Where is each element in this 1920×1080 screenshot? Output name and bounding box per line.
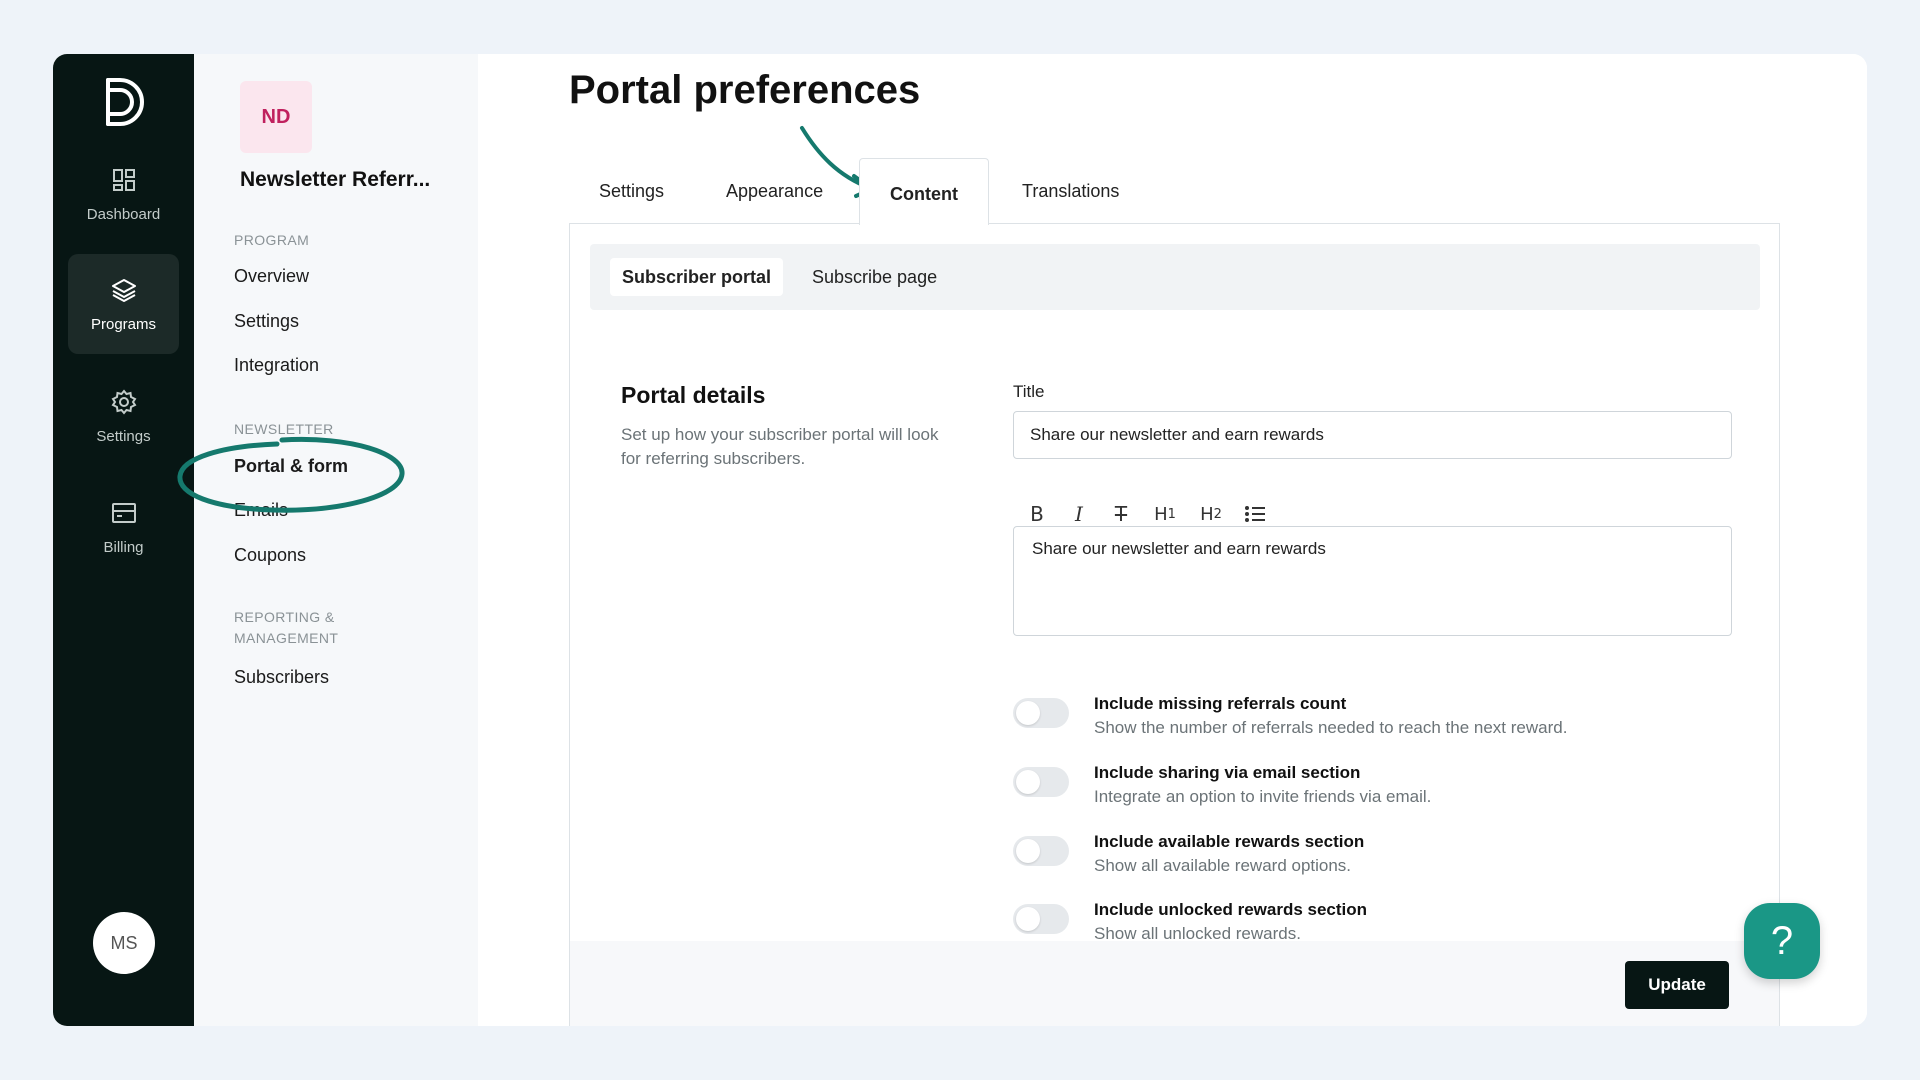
rail-item-settings[interactable]: Settings <box>68 366 179 466</box>
rail-item-billing[interactable]: Billing <box>68 477 179 577</box>
rail-item-label: Billing <box>103 538 144 556</box>
toggle-switch[interactable] <box>1013 836 1069 866</box>
sidebar-item-integration[interactable]: Integration <box>234 355 319 376</box>
sidebar-item-coupons[interactable]: Coupons <box>234 545 306 566</box>
heading2-icon[interactable]: H2 <box>1197 501 1225 527</box>
title-input[interactable] <box>1013 411 1732 459</box>
gear-icon <box>111 388 136 415</box>
sidebar-item-settings[interactable]: Settings <box>234 311 299 332</box>
section-heading-program: PROGRAM <box>234 232 310 248</box>
program-sidebar: ND Newsletter Referr... PROGRAM Overview… <box>177 54 478 1026</box>
billing-icon <box>111 502 136 523</box>
help-button[interactable]: ? <box>1744 903 1820 979</box>
sidebar-item-overview[interactable]: Overview <box>234 266 309 287</box>
toggle-switch[interactable] <box>1013 904 1069 934</box>
toggle-title: Include available rewards section <box>1094 832 1365 851</box>
layers-icon <box>111 278 136 302</box>
main-content: Portal preferences Settings Appearance C… <box>478 54 1867 1026</box>
tab-settings[interactable]: Settings <box>569 158 694 224</box>
sidebar-item-subscribers[interactable]: Subscribers <box>234 667 329 688</box>
subtab-bar: Subscriber portal Subscribe page <box>590 244 1760 310</box>
brand-logo[interactable] <box>102 76 146 128</box>
page-title: Portal preferences <box>569 68 921 112</box>
bullet-list-icon[interactable] <box>1243 501 1267 527</box>
toggle-description: Show the number of referrals needed to r… <box>1094 718 1568 737</box>
section-description: Set up how your subscriber portal will l… <box>621 425 939 468</box>
content-panel: Subscriber portal Subscribe page Portal … <box>569 223 1780 1026</box>
program-name[interactable]: Newsletter Referr... <box>240 168 430 192</box>
section-heading-newsletter: NEWSLETTER <box>234 421 334 437</box>
editor-toolbar: B I T H1 H2 <box>1025 501 1267 527</box>
toggle-description: Integrate an option to invite friends vi… <box>1094 787 1432 806</box>
toggle-switch[interactable] <box>1013 767 1069 797</box>
title-field-label: Title <box>1013 382 1045 401</box>
tab-appearance[interactable]: Appearance <box>696 158 853 224</box>
tab-translations[interactable]: Translations <box>992 158 1149 224</box>
rail-item-label: Settings <box>96 427 151 445</box>
bold-icon[interactable]: B <box>1025 501 1049 527</box>
tab-content[interactable]: Content <box>859 158 989 225</box>
toggle-row-missing-referrals: Include missing referrals count Show the… <box>1013 694 1732 750</box>
section-heading-reporting: REPORTING & MANAGEMENT <box>234 609 339 646</box>
panel-footer: Update <box>570 941 1779 1026</box>
rail-item-dashboard[interactable]: Dashboard <box>68 144 179 244</box>
icon-rail: Dashboard Programs Settings Billing MS <box>53 54 194 1026</box>
strikethrough-icon[interactable]: T <box>1109 501 1133 527</box>
toggle-row-sharing-email: Include sharing via email section Integr… <box>1013 763 1732 819</box>
toggle-switch[interactable] <box>1013 698 1069 728</box>
tab-bar: Settings Appearance Content Translations <box>569 158 1780 225</box>
sidebar-item-emails[interactable]: Emails <box>234 500 288 521</box>
rail-item-label: Dashboard <box>86 205 161 223</box>
rail-item-programs[interactable]: Programs <box>68 254 179 354</box>
toggle-title: Include unlocked rewards section <box>1094 900 1368 919</box>
toggle-title: Include sharing via email section <box>1094 763 1361 782</box>
dashboard-icon <box>112 168 135 191</box>
toggle-description: Show all available reward options. <box>1094 856 1352 875</box>
program-avatar: ND <box>240 81 312 153</box>
rich-text-editor[interactable]: Share our newsletter and earn rewards <box>1013 526 1732 636</box>
update-button[interactable]: Update <box>1625 961 1729 1009</box>
app-window: Dashboard Programs Settings Billing MS N… <box>53 54 1867 1026</box>
heading1-icon[interactable]: H1 <box>1151 501 1179 527</box>
toggle-title: Include missing referrals count <box>1094 694 1347 713</box>
user-avatar[interactable]: MS <box>93 912 155 974</box>
toggle-row-available-rewards: Include available rewards section Show a… <box>1013 832 1732 888</box>
subtab-subscriber-portal[interactable]: Subscriber portal <box>610 258 784 296</box>
subtab-subscribe-page[interactable]: Subscribe page <box>800 258 949 296</box>
sidebar-item-portal-form[interactable]: Portal & form <box>234 456 348 477</box>
rail-item-label: Programs <box>90 315 157 333</box>
italic-icon[interactable]: I <box>1067 501 1091 527</box>
section-title: Portal details <box>621 382 766 408</box>
